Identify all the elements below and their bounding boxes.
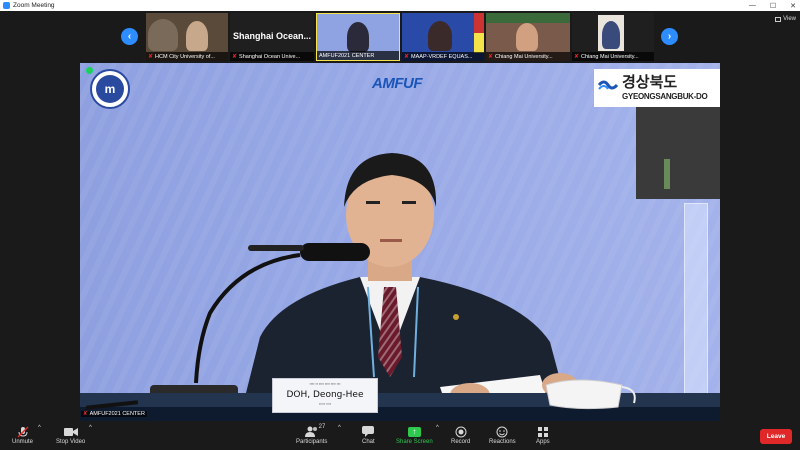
- muted-mic-icon: ✘: [404, 54, 410, 60]
- tile-caption: ✘ Chiang Mai University...: [486, 52, 570, 61]
- chat-button[interactable]: Chat: [362, 425, 375, 445]
- active-speaker-video[interactable]: m AMFUF 경상북도 GYEONGSANGBUK-DO ▪▪▪▪ ▪▪ ▪▪…: [80, 63, 720, 421]
- background-plants: [486, 13, 570, 23]
- stop-video-button[interactable]: Stop Video: [56, 425, 85, 445]
- participant-silhouette: [602, 21, 620, 49]
- unmute-button[interactable]: Unmute: [12, 425, 33, 445]
- tile-caption: ✘ MAAP-VRDEF EQUAS...: [402, 52, 484, 61]
- participant-video: [186, 21, 208, 51]
- chevron-right-icon: ›: [667, 31, 672, 42]
- muted-mic-icon: ✘: [574, 54, 580, 60]
- reactions-button[interactable]: Reactions: [489, 425, 516, 445]
- logo-korean-text: 경상북도: [622, 74, 678, 91]
- leave-meeting-button[interactable]: Leave: [760, 429, 792, 444]
- chevron-left-icon: ‹: [127, 31, 132, 42]
- window-controls: — ☐ ✕: [749, 0, 796, 11]
- nameplate-name: DOH, Deong-Hee: [286, 390, 364, 400]
- muted-mic-icon: ✘: [148, 54, 154, 60]
- video-tile-active[interactable]: AMFUF2021 CENTER: [316, 13, 400, 61]
- apps-button[interactable]: Apps: [536, 425, 550, 445]
- close-window-button[interactable]: ✕: [790, 2, 796, 10]
- video-tile[interactable]: ✘ MAAP-VRDEF EQUAS...: [402, 13, 484, 61]
- gallery-strip: ‹ ✘ HCM City University of... Shanghai O…: [0, 13, 800, 61]
- share-screen-label: Share Screen: [396, 439, 433, 445]
- muted-mic-icon: ✘: [232, 54, 238, 60]
- record-icon: [455, 425, 467, 438]
- gallery-next-button[interactable]: ›: [661, 28, 678, 45]
- participant-name: Shanghai Ocean Unive...: [239, 53, 301, 60]
- participant-name: Chiang Mai University...: [495, 53, 553, 60]
- maximize-button[interactable]: ☐: [770, 2, 776, 10]
- tile-caption: ✘ Chiang Mai University...: [572, 52, 654, 61]
- meeting-controls-toolbar: Unmute ^ Stop Video ^ 27 Participants ^ …: [0, 422, 800, 450]
- record-button[interactable]: Record: [451, 425, 470, 445]
- participant-video: [428, 21, 452, 51]
- video-tile[interactable]: ✘ Chiang Mai University...: [486, 13, 570, 61]
- zoom-app-icon: [3, 2, 10, 9]
- unmute-label: Unmute: [12, 439, 34, 445]
- participant-name: MAAP-VRDEF EQUAS...: [411, 53, 473, 60]
- flag-image: [474, 13, 484, 53]
- smiley-icon: [496, 425, 508, 438]
- window-titlebar: Zoom Meeting — ☐ ✕: [0, 0, 800, 11]
- glass-partition: [684, 203, 708, 413]
- apps-label: Apps: [536, 439, 550, 445]
- participant-video: [148, 19, 178, 51]
- muted-mic-icon: ✘: [83, 411, 88, 417]
- video-tile[interactable]: ✘ Chiang Mai University...: [572, 13, 654, 61]
- minimize-button[interactable]: —: [749, 2, 756, 9]
- participants-label: Participants: [296, 439, 328, 445]
- participants-button[interactable]: 27 Participants: [296, 424, 328, 445]
- stop-video-label: Stop Video: [56, 439, 86, 445]
- background-panel: [636, 107, 720, 199]
- participant-video: [516, 23, 538, 51]
- participants-count: 27: [318, 424, 326, 430]
- tile-caption: ✘ HCM City University of...: [146, 52, 228, 61]
- video-camera-icon: [63, 425, 78, 438]
- video-tile[interactable]: ✘ HCM City University of...: [146, 13, 228, 61]
- participant-name: Chiang Mai University...: [581, 53, 639, 60]
- share-screen-icon: ↑: [407, 425, 421, 438]
- apps-icon: [537, 425, 549, 438]
- face-mask: [545, 379, 636, 410]
- nameplate-affiliation: ▪▪▪▪ ▪▪ ▪▪▪▪ ▪▪▪▪ ▪▪▪▪ ▪▪▪: [309, 382, 341, 386]
- video-options-caret[interactable]: ^: [89, 425, 92, 431]
- speaker-nameplate: ▪▪▪▪ ▪▪ ▪▪▪▪ ▪▪▪▪ ▪▪▪▪ ▪▪▪ DOH, Deong-He…: [272, 378, 378, 413]
- microphone-muted-icon: [16, 425, 29, 438]
- tile-caption: ✘ Shanghai Ocean Unive...: [230, 52, 314, 61]
- participants-icon: 27: [304, 424, 325, 438]
- chat-label: Chat: [362, 439, 375, 445]
- share-screen-button[interactable]: ↑ Share Screen: [396, 425, 433, 445]
- participant-video: [347, 22, 369, 52]
- participant-name: HCM City University of...: [155, 53, 215, 60]
- participants-options-caret[interactable]: ^: [338, 425, 341, 431]
- background-detail: [664, 159, 670, 189]
- gallery-prev-button[interactable]: ‹: [121, 28, 138, 45]
- main-video-caption: ✘ AMFUF2021 CENTER: [81, 411, 147, 417]
- video-tile[interactable]: Shanghai Ocean... ✘ Shanghai Ocean Unive…: [230, 13, 314, 61]
- audio-options-caret[interactable]: ^: [38, 425, 41, 431]
- gyeongsangbuk-do-logo: 경상북도 GYEONGSANGBUK-DO: [594, 69, 720, 107]
- reactions-label: Reactions: [489, 439, 516, 445]
- main-video-name: AMFUF2021 CENTER: [89, 411, 145, 417]
- window-title: Zoom Meeting: [13, 2, 55, 9]
- participant-display-name: Shanghai Ocean...: [232, 31, 312, 41]
- security-shield-icon: [86, 67, 93, 74]
- nameplate-subtitle: ▪▪▪▪▪ ▪▪▪▪: [318, 402, 332, 406]
- record-label: Record: [451, 439, 471, 445]
- university-logo: m: [90, 69, 130, 109]
- participant-name: AMFUF2021 CENTER: [319, 52, 375, 59]
- amfuf-logo: AMFUF: [372, 75, 423, 92]
- chat-bubble-icon: [362, 425, 375, 438]
- university-logo-emblem: m: [96, 75, 124, 103]
- muted-mic-icon: ✘: [488, 54, 494, 60]
- tile-caption: AMFUF2021 CENTER: [317, 51, 399, 60]
- logo-english-text: GYEONGSANGBUK-DO: [622, 92, 708, 101]
- wave-logo-icon: [598, 80, 618, 90]
- share-options-caret[interactable]: ^: [436, 425, 439, 431]
